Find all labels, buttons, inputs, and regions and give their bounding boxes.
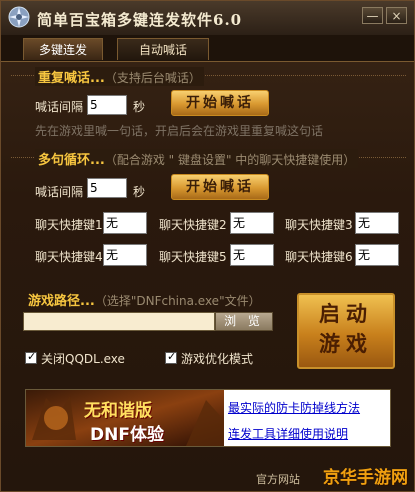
watermark: 京华手游网 <box>323 468 408 488</box>
chat-key-1-input[interactable]: 无 <box>103 212 147 234</box>
repeat-interval-unit: 秒 <box>133 100 146 114</box>
close-qqdl-checkbox[interactable]: ✓ <box>25 350 37 364</box>
chat-key-5-label: 聊天快捷键5 <box>159 250 227 264</box>
official-site-label[interactable]: 官方网站 <box>256 471 300 487</box>
chat-key-5-input[interactable]: 无 <box>230 244 274 266</box>
checkmark-icon: ✓ <box>27 350 37 363</box>
banner-line1: 无和谐版 <box>84 401 152 421</box>
chat-key-4-input[interactable]: 无 <box>103 244 147 266</box>
window-title: 简单百宝箱多键连发软件6.0 <box>37 11 243 29</box>
browse-button[interactable]: 浏 览 <box>215 312 273 331</box>
chat-key-3-label: 聊天快捷键3 <box>285 218 353 232</box>
repeat-interval-input[interactable]: 5 <box>87 95 127 115</box>
repeat-description: 先在游戏里喊一句话，开启后会在游戏里重复喊这句话 <box>35 124 324 138</box>
chat-key-6-input[interactable]: 无 <box>355 244 399 266</box>
launch-game-button[interactable]: 启动 游戏 <box>297 293 395 369</box>
game-optimize-label[interactable]: 游戏优化模式 <box>181 350 253 367</box>
game-path-header: 游戏路径...（选择"DNFchina.exe"文件） <box>25 290 264 309</box>
game-path-title: 游戏路径... <box>28 294 95 309</box>
title-bar[interactable]: 简单百宝箱多键连发软件6.0 — × <box>1 1 414 36</box>
chat-key-1-label: 聊天快捷键1 <box>35 218 103 232</box>
loop-interval-input[interactable]: 5 <box>87 178 127 198</box>
ad-panel: 无和谐版 DNF体验 最实际的防卡防掉线方法 连发工具详细使用说明 <box>25 389 391 447</box>
game-path-hint: （选择"DNFchina.exe"文件） <box>94 294 261 308</box>
tab-bar: 多键连发 自动喊话 <box>1 35 414 62</box>
chat-key-2-label: 聊天快捷键2 <box>159 218 227 232</box>
main-window: 简单百宝箱多键连发软件6.0 — × 多键连发 自动喊话 重复喊话...（支持后… <box>0 0 415 492</box>
chat-key-6-label: 聊天快捷键6 <box>285 250 353 264</box>
loop-start-chat-button[interactable]: 开始喊话 <box>171 174 269 200</box>
game-optimize-checkbox[interactable]: ✓ <box>165 350 177 364</box>
app-gear-icon <box>8 6 30 28</box>
loop-interval-label: 喊话间隔 <box>35 185 84 199</box>
loop-section-hint: （配合游戏 " 键盘设置" 中的聊天快捷键使用） <box>104 153 356 167</box>
chat-key-4-label: 聊天快捷键4 <box>35 250 103 264</box>
banner-line2: DNF体验 <box>90 425 164 445</box>
launch-game-line2: 游戏 <box>319 332 373 356</box>
chat-key-3-input[interactable]: 无 <box>355 212 399 234</box>
repeat-interval-label: 喊话间隔 <box>35 100 84 114</box>
repeat-section-hint: （支持后台喊话） <box>104 71 201 85</box>
checkmark-icon: ✓ <box>167 350 177 363</box>
loop-section-header: 多句循环...（配合游戏 " 键盘设置" 中的聊天快捷键使用） <box>35 149 359 168</box>
game-path-input[interactable] <box>23 312 215 331</box>
loop-interval-unit: 秒 <box>133 185 146 199</box>
anti-lag-method-link[interactable]: 最实际的防卡防掉线方法 <box>228 399 360 416</box>
close-qqdl-label[interactable]: 关闭QQDL.exe <box>41 350 125 367</box>
close-button[interactable]: × <box>386 7 407 24</box>
loop-section-title: 多句循环... <box>38 153 105 168</box>
usage-guide-link[interactable]: 连发工具详细使用说明 <box>228 425 348 442</box>
chat-key-2-input[interactable]: 无 <box>230 212 274 234</box>
tab-multi-key[interactable]: 多键连发 <box>23 38 103 60</box>
repeat-section-title: 重复喊话... <box>38 71 105 86</box>
repeat-section-header: 重复喊话...（支持后台喊话） <box>35 67 204 86</box>
repeat-start-chat-button[interactable]: 开始喊话 <box>171 90 269 116</box>
minimize-button[interactable]: — <box>362 7 383 24</box>
launch-game-line1: 启动 <box>319 302 373 326</box>
tab-auto-chat[interactable]: 自动喊话 <box>117 38 209 60</box>
